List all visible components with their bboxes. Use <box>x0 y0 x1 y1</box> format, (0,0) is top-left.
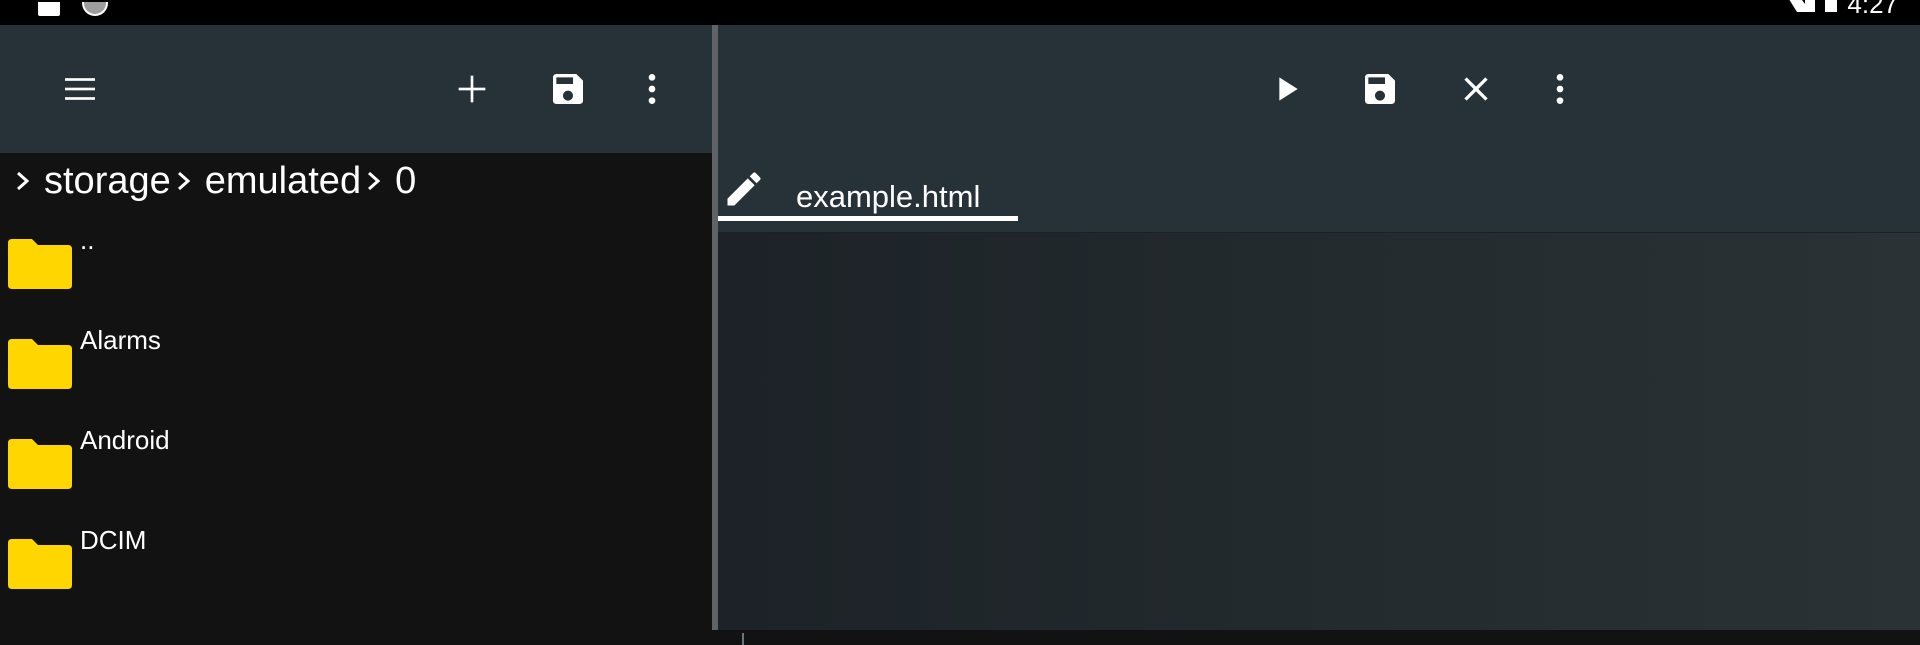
a-icon <box>38 2 60 16</box>
folder-icon <box>6 335 74 391</box>
play-icon <box>1279 77 1298 101</box>
menu-button[interactable] <box>56 65 104 113</box>
more-options-button[interactable] <box>628 65 676 113</box>
folder-icon <box>6 435 74 491</box>
save-icon <box>1365 74 1395 104</box>
battery-icon <box>1825 0 1838 12</box>
tab-label: example.html <box>796 179 981 214</box>
add-icon <box>458 75 486 103</box>
more-vert-icon <box>1556 74 1564 104</box>
file-list: .. Alarms Android DCIM <box>0 225 712 625</box>
pencil-icon <box>722 167 766 211</box>
more-vert-icon <box>648 74 656 104</box>
save-icon <box>553 74 583 104</box>
folder-icon <box>6 235 74 291</box>
tab-example-html[interactable]: example.html <box>718 153 1018 233</box>
list-item-label: DCIM <box>80 525 147 555</box>
editor-pane: example.html <box>718 25 1920 645</box>
tab-strip: example.html <box>718 153 1920 233</box>
file-browser-toolbar <box>0 25 712 153</box>
folder-icon <box>6 535 74 591</box>
chevron-right-icon <box>365 170 387 192</box>
status-time: 4:27 <box>1847 0 1898 19</box>
menu-icon <box>65 78 95 100</box>
status-right: 4:27 <box>1787 0 1920 19</box>
list-item-label: Alarms <box>80 325 161 355</box>
list-item-label: .. <box>80 225 95 255</box>
save-file-button[interactable] <box>1356 65 1404 113</box>
editor-more-options-button[interactable] <box>1536 65 1584 113</box>
tab-active-indicator <box>718 216 1018 221</box>
editor-toolbar <box>718 25 1920 153</box>
close-file-button[interactable] <box>1452 65 1500 113</box>
status-bar: 4:27 <box>0 0 1920 25</box>
code-editor[interactable] <box>718 233 1920 645</box>
clock-icon <box>82 2 108 16</box>
list-item-dcim[interactable]: DCIM <box>0 525 712 625</box>
breadcrumb-item-storage[interactable]: storage <box>44 160 171 203</box>
breadcrumb: storage emulated 0 <box>0 153 712 209</box>
breadcrumb-item-emulated[interactable]: emulated <box>205 160 361 203</box>
breadcrumb-item-0[interactable]: 0 <box>395 160 416 203</box>
chevron-right-icon <box>175 170 197 192</box>
line-number-gutter <box>742 633 744 645</box>
list-item-android[interactable]: Android <box>0 425 712 525</box>
signal-icon <box>1789 0 1816 12</box>
status-left <box>38 0 108 16</box>
list-item-parent[interactable]: .. <box>0 225 712 325</box>
save-button[interactable] <box>544 65 592 113</box>
file-browser-pane: storage emulated 0 .. Alarms Android DCI… <box>0 25 712 630</box>
list-item-label: Android <box>80 425 170 455</box>
chevron-right-icon <box>14 170 36 192</box>
close-icon <box>1464 77 1488 101</box>
run-button[interactable] <box>1262 65 1310 113</box>
list-item-alarms[interactable]: Alarms <box>0 325 712 425</box>
add-button[interactable] <box>448 65 496 113</box>
